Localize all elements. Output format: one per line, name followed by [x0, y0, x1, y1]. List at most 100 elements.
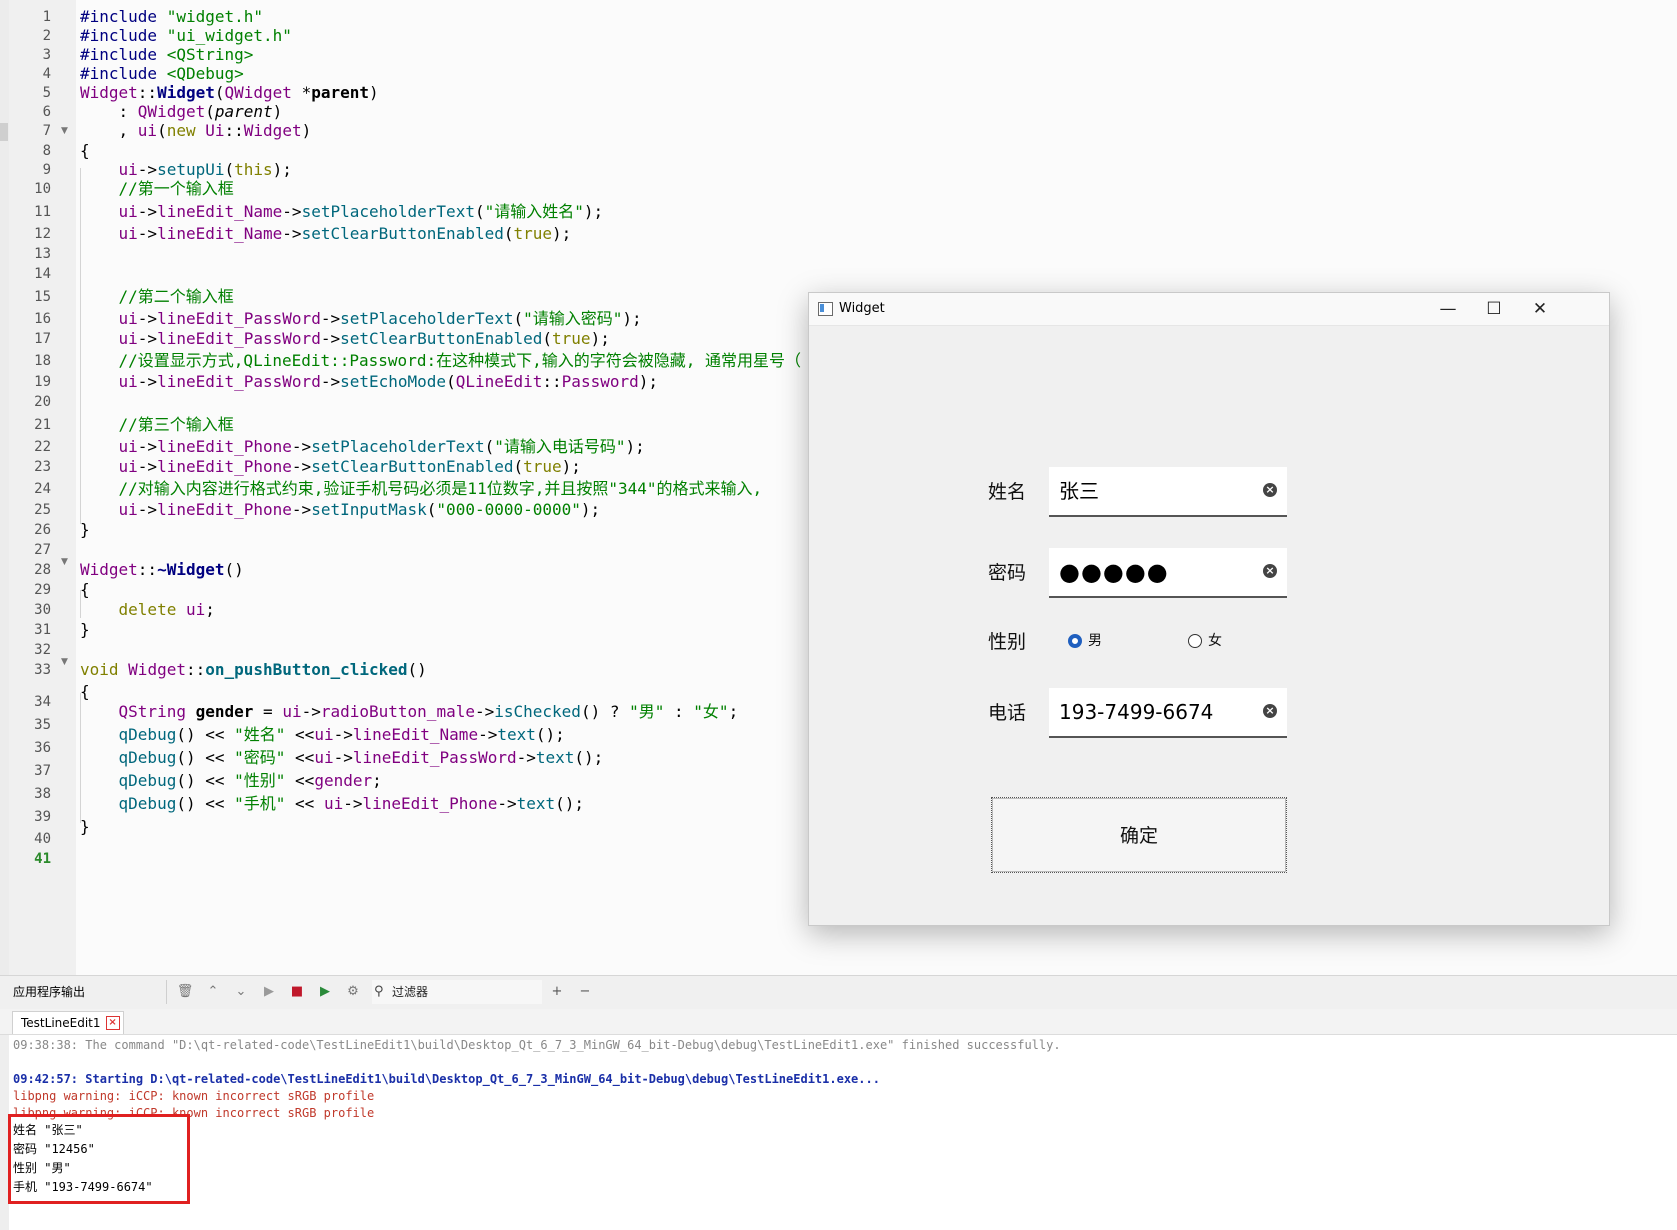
code-line: ui->lineEdit_Phone->setInputMask("000-00… — [118, 500, 601, 519]
code-line: Widget::Widget(QWidget *parent) — [80, 83, 379, 102]
search-icon: ⚲ — [374, 984, 384, 999]
line-number: 11 — [34, 204, 51, 220]
fold-arrow-icon[interactable]: ▼ — [61, 122, 68, 140]
filter-input[interactable]: ⚲ 过滤器 — [372, 980, 542, 1004]
line-number: 18 — [34, 353, 51, 369]
code-line: Widget::~Widget() — [80, 560, 244, 579]
line-number: 26 — [34, 522, 51, 538]
female-radio-button[interactable] — [1188, 634, 1202, 648]
line-number: 3 — [42, 47, 51, 63]
code-line: ui->setupUi(this); — [118, 160, 292, 179]
line-number: 30 — [34, 602, 51, 618]
line-number: 33 — [34, 662, 51, 678]
female-radio-label[interactable]: 女 — [1208, 633, 1222, 650]
line-number: 17 — [34, 331, 51, 347]
widget-window: Widget — ☐ ✕ 姓名 张三 × 密码 ●●●●● × 性别 男 女 电… — [808, 292, 1610, 926]
line-number: 40 — [34, 831, 51, 847]
line-number: 8 — [42, 143, 51, 159]
code-line: #include "ui_widget.h" — [80, 26, 292, 45]
name-input[interactable]: 张三 × — [1049, 467, 1287, 517]
code-line: #include <QString> — [80, 45, 254, 64]
output-pane-title: 应用程序输出 — [13, 985, 86, 999]
output-tab-label: TestLineEdit1 — [21, 1016, 101, 1030]
password-label: 密码 — [988, 562, 1027, 584]
line-number: 12 — [34, 226, 51, 242]
clear-icon[interactable]: × — [1263, 704, 1277, 718]
line-number: 4 — [42, 66, 51, 82]
maximize-icon[interactable]: ☐ — [1471, 293, 1517, 325]
line-number: 27 — [34, 542, 51, 558]
line-number: 7 — [42, 123, 51, 139]
name-input-value: 张三 — [1059, 479, 1099, 503]
code-line: } — [80, 620, 90, 639]
code-line: //第二个输入框 — [118, 287, 234, 306]
line-number: 39 — [34, 809, 51, 825]
line-number: 25 — [34, 502, 51, 518]
phone-input[interactable]: 193-7499-6674 × — [1049, 688, 1287, 738]
code-line: QString gender = ui->radioButton_male->i… — [118, 702, 739, 721]
code-line: ui->lineEdit_Name->setPlaceholderText("请… — [118, 202, 604, 221]
code-line: qDebug() << "密码" <<ui->lineEdit_PassWord… — [118, 748, 604, 767]
line-number: 38 — [34, 786, 51, 802]
line-number: 13 — [34, 246, 51, 262]
code-line: void Widget::on_pushButton_clicked() — [80, 660, 427, 679]
male-radio-label[interactable]: 男 — [1088, 633, 1102, 650]
code-line: #include "widget.h" — [80, 7, 264, 26]
line-number: 6 — [42, 104, 51, 120]
code-line: { — [80, 580, 90, 599]
line-number: 37 — [34, 763, 51, 779]
code-line: } — [80, 817, 90, 836]
line-number: 22 — [34, 439, 51, 455]
clear-icon[interactable]: × — [1263, 564, 1277, 578]
output-toolbar: 应用程序输出 🗑 ⌃ ⌄ ▶ ■ ▶ ⚙ ⚲ 过滤器 + − — [0, 975, 1677, 1010]
line-number: 9 — [42, 162, 51, 178]
code-line: : QWidget(parent) — [80, 102, 283, 121]
chevron-up-icon[interactable]: ⌃ — [204, 983, 222, 1001]
code-line: qDebug() << "姓名" <<ui->lineEdit_Name->te… — [118, 725, 565, 744]
output-tab-bar: TestLineEdit1 × — [0, 1009, 1677, 1035]
minus-icon[interactable]: − — [576, 983, 594, 1001]
filter-placeholder: 过滤器 — [392, 985, 429, 999]
line-number: 31 — [34, 622, 51, 638]
sidebar-marker — [0, 123, 8, 141]
stop-icon[interactable]: ■ — [288, 983, 306, 1001]
male-radio-button[interactable] — [1068, 634, 1082, 648]
chevron-down-icon[interactable]: ⌄ — [232, 983, 250, 1001]
output-line: 09:42:57: Starting D:\qt-related-code\Te… — [13, 1072, 880, 1086]
line-number-gutter: 1 2 3 4 5 6 7 8 9 10 11 12 13 14 15 16 1… — [9, 0, 76, 975]
clear-icon[interactable]: × — [1263, 483, 1277, 497]
code-line: ui->lineEdit_PassWord->setEchoMode(QLine… — [118, 372, 658, 391]
toolbar-separator — [166, 980, 167, 1004]
line-number-active: 41 — [34, 851, 51, 867]
code-line: } — [80, 520, 90, 539]
app-icon — [818, 302, 833, 316]
fold-arrow-icon[interactable]: ▼ — [61, 653, 68, 671]
output-tab[interactable]: TestLineEdit1 × — [12, 1011, 124, 1034]
debug-run-icon[interactable]: ▶ — [316, 983, 334, 1001]
code-line: ui->lineEdit_Phone->setClearButtonEnable… — [118, 457, 581, 476]
code-line: ui->lineEdit_PassWord->setPlaceholderTex… — [118, 309, 642, 328]
line-number: 16 — [34, 311, 51, 327]
close-tab-icon[interactable]: × — [105, 1016, 120, 1030]
line-number: 34 — [34, 694, 51, 710]
gear-icon[interactable]: ⚙ — [344, 983, 362, 1001]
line-number: 14 — [34, 266, 51, 282]
confirm-button[interactable]: 确定 — [991, 797, 1287, 873]
line-number: 24 — [34, 481, 51, 497]
code-line: qDebug() << "手机" << ui->lineEdit_Phone->… — [118, 794, 585, 813]
code-line: { — [80, 682, 90, 701]
application-output[interactable]: 09:38:38: The command "D:\qt-related-cod… — [0, 1035, 1677, 1230]
code-line: ui->lineEdit_PassWord->setClearButtonEna… — [118, 329, 610, 348]
window-titlebar[interactable]: Widget — ☐ ✕ — [809, 293, 1609, 326]
code-line: delete ui; — [118, 600, 215, 619]
close-icon[interactable]: ✕ — [1517, 293, 1563, 325]
trash-icon[interactable]: 🗑 — [176, 983, 194, 1001]
password-input[interactable]: ●●●●● × — [1049, 548, 1287, 598]
phone-label: 电话 — [988, 702, 1027, 724]
window-title: Widget — [839, 301, 885, 316]
fold-arrow-icon[interactable]: ▼ — [61, 553, 68, 571]
code-line: qDebug() << "性别" <<gender; — [118, 771, 382, 790]
plus-icon[interactable]: + — [548, 983, 566, 1001]
run-icon[interactable]: ▶ — [260, 983, 278, 1001]
minimize-icon[interactable]: — — [1425, 293, 1471, 325]
